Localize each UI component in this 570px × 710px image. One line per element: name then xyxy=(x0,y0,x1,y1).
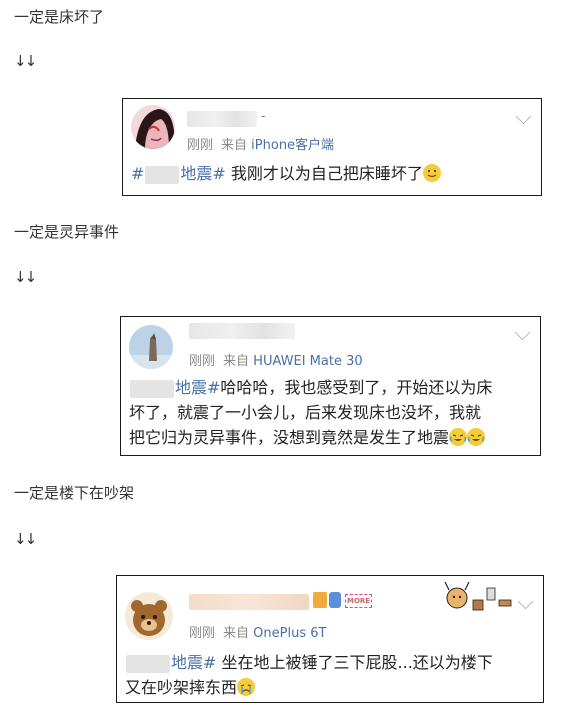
post-body: 地震#哈哈哈，我也感受到了，开始还以为床 坏了，就震了一小会儿，后来发现床也没坏… xyxy=(129,375,534,450)
username-blurred[interactable] xyxy=(189,323,295,339)
source-device-link[interactable]: OnePlus 6T xyxy=(253,626,326,641)
post-body: # 地震# 我刚才以为自己把床睡坏了 xyxy=(131,161,531,186)
username-blurred[interactable] xyxy=(187,111,257,127)
chevron-down-icon[interactable] xyxy=(515,108,532,125)
chevron-down-icon[interactable] xyxy=(514,324,531,341)
decorative-sticker-icon xyxy=(443,580,515,616)
laugh-cry-emoji-icon xyxy=(449,428,468,446)
smile-emoji-icon xyxy=(422,164,441,182)
avatar[interactable] xyxy=(125,592,173,640)
post-time: 刚刚 xyxy=(187,138,214,153)
source-prefix: 来自 xyxy=(221,138,248,153)
caption-3: 一定是楼下在吵架 xyxy=(14,484,135,502)
hashtag-blurred xyxy=(145,165,180,184)
post-time: 刚刚 xyxy=(189,354,216,369)
name-dash: - xyxy=(261,109,266,123)
weibo-post-card-2[interactable]: 刚刚 来自 HUAWEI Mate 30 地震#哈哈哈，我也感受到了，开始还以为床… xyxy=(120,316,541,456)
vip-badge-icon xyxy=(313,592,327,608)
caption-2: 一定是灵异事件 xyxy=(14,223,120,241)
hashtag-blurred xyxy=(130,379,174,398)
source-prefix: 来自 xyxy=(223,354,250,369)
post-meta: 刚刚 来自 iPhone客户端 xyxy=(187,134,334,153)
hashtag-link[interactable]: 地震# xyxy=(129,378,220,398)
chevron-down-icon[interactable] xyxy=(517,593,534,610)
post-text-line1: 哈哈哈，我也感受到了，开始还以为床 xyxy=(220,378,493,397)
post-body: 地震# 坐在地上被锤了三下屁股...还以为楼下 又在吵架摔东西 xyxy=(125,650,537,700)
down-arrows-1: ↓↓ xyxy=(14,52,37,70)
source-prefix: 来自 xyxy=(223,626,250,641)
source-device-link[interactable]: HUAWEI Mate 30 xyxy=(253,354,362,369)
hashtag-blurred xyxy=(126,654,170,673)
post-text-line2: 又在吵架摔东西 xyxy=(125,678,238,697)
source-device-link[interactable]: iPhone客户端 xyxy=(251,138,334,153)
down-arrows-2: ↓↓ xyxy=(14,268,37,286)
post-time: 刚刚 xyxy=(189,626,216,641)
down-arrows-3: ↓↓ xyxy=(14,530,37,548)
laugh-cry-emoji-icon xyxy=(467,428,486,446)
username-blurred[interactable] xyxy=(189,594,309,610)
post-meta: 刚刚 来自 HUAWEI Mate 30 xyxy=(189,350,363,369)
fan-badge-icon xyxy=(329,592,341,608)
avatar[interactable] xyxy=(131,105,175,149)
weibo-post-card-3[interactable]: MORE 刚刚 来自 OnePlus 6T 地震# 坐在地上被锤了三下屁股...还… xyxy=(116,575,544,703)
post-text-line3: 把它归为灵异事件，没想到竟然是发生了地震 xyxy=(129,428,450,447)
crying-emoji-icon xyxy=(237,678,256,696)
hashtag-link[interactable]: 地震# xyxy=(125,653,216,673)
post-text-line2: 坏了，就震了一小会儿，后来发现床也没坏，我就 xyxy=(129,403,482,422)
avatar[interactable] xyxy=(129,325,173,369)
caption-1: 一定是床坏了 xyxy=(14,8,105,26)
post-text-line1: 坐在地上被锤了三下屁股...还以为楼下 xyxy=(221,653,493,672)
post-text: 我刚才以为自己把床睡坏了 xyxy=(230,164,423,183)
weibo-post-card-1[interactable]: - 刚刚 来自 iPhone客户端 # 地震# 我刚才以为自己把床睡坏了 xyxy=(122,98,542,196)
post-meta: 刚刚 来自 OnePlus 6T xyxy=(189,622,326,641)
hashtag-link[interactable]: # 地震# xyxy=(131,164,226,184)
more-badge-icon: MORE xyxy=(345,594,373,608)
